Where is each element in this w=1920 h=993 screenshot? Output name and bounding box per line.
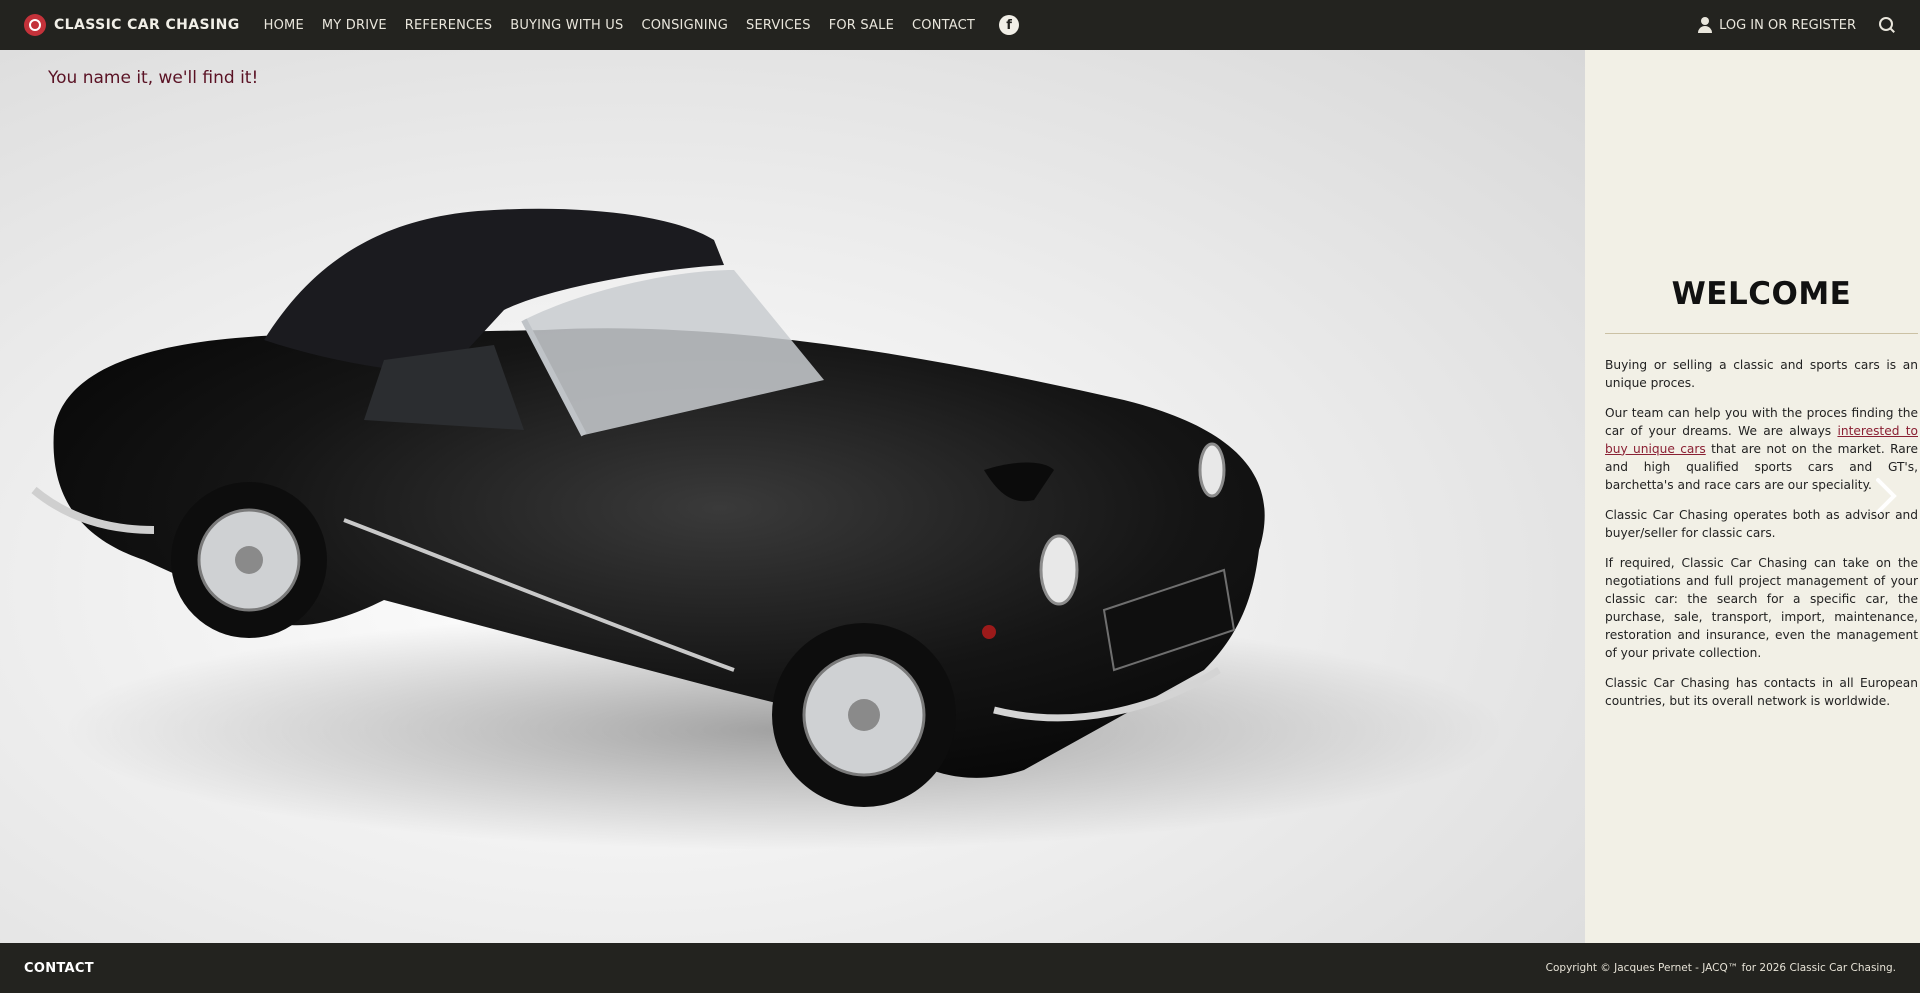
hero-image: You name it, we'll find it!	[0, 50, 1585, 943]
nav-services[interactable]: SERVICES	[746, 18, 811, 33]
welcome-paragraph-2: Our team can help you with the proces fi…	[1605, 404, 1918, 494]
hero-tagline: You name it, we'll find it!	[48, 68, 259, 88]
nav-for-sale[interactable]: FOR SALE	[829, 18, 894, 33]
slider-next-arrow-icon[interactable]	[1874, 476, 1898, 516]
welcome-paragraph-1: Buying or selling a classic and sports c…	[1605, 357, 1918, 390]
welcome-paragraph-5: Classic Car Chasing has contacts in all …	[1605, 675, 1918, 708]
welcome-paragraph-4: If required, Classic Car Chasing can tak…	[1605, 555, 1918, 660]
site-logo[interactable]: CLASSIC CAR CHASING	[24, 14, 240, 36]
nav-consigning[interactable]: CONSIGNING	[641, 18, 728, 33]
logo-emblem-icon	[24, 14, 46, 36]
user-icon	[1697, 17, 1713, 33]
facebook-icon[interactable]: f	[999, 15, 1020, 35]
welcome-paragraph-3: Classic Car Chasing operates both as adv…	[1605, 507, 1918, 540]
welcome-divider	[1605, 332, 1918, 334]
nav-home[interactable]: HOME	[264, 18, 304, 33]
main-menu: HOME MY DRIVE REFERENCES BUYING WITH US …	[264, 15, 1020, 35]
footer-contact-link[interactable]: CONTACT	[24, 961, 94, 976]
nav-contact[interactable]: CONTACT	[912, 18, 975, 33]
site-footer: CONTACT Copyright © Jacques Pernet - JAC…	[0, 943, 1920, 993]
account-tools: LOG IN OR REGISTER	[1697, 16, 1896, 34]
login-register-link[interactable]: LOG IN OR REGISTER	[1697, 17, 1856, 33]
welcome-heading: WELCOME	[1671, 276, 1852, 312]
classic-car-illustration	[31, 208, 1504, 850]
nav-my-drive[interactable]: MY DRIVE	[322, 18, 387, 33]
brand-name: CLASSIC CAR CHASING	[54, 17, 240, 33]
login-label: LOG IN OR REGISTER	[1719, 17, 1856, 33]
search-icon[interactable]	[1878, 16, 1896, 34]
nav-buying-with-us[interactable]: BUYING WITH US	[510, 18, 623, 33]
footer-copyright: Copyright © Jacques Pernet - JACQ™ for 2…	[1545, 962, 1896, 974]
nav-references[interactable]: REFERENCES	[405, 18, 492, 33]
top-navigation-bar: CLASSIC CAR CHASING HOME MY DRIVE REFERE…	[0, 0, 1920, 50]
welcome-panel: WELCOME Buying or selling a classic and …	[1585, 50, 1920, 943]
